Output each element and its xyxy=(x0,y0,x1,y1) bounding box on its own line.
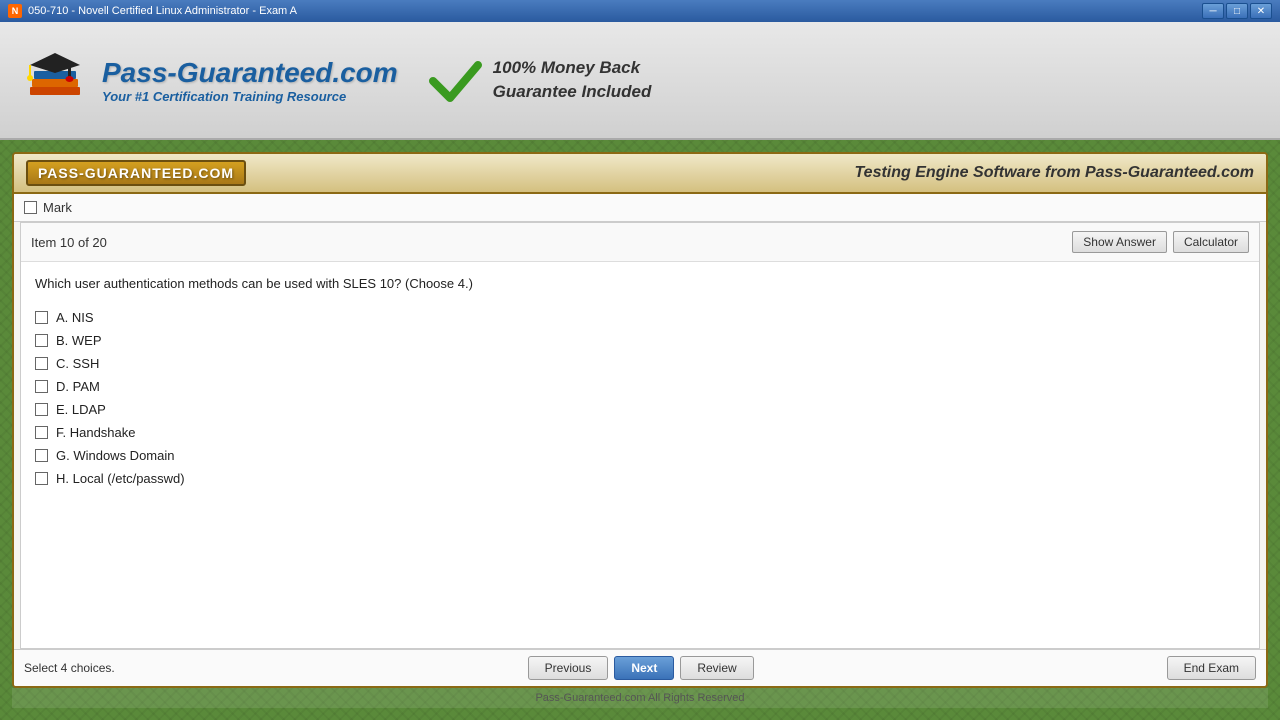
exam-inner: PASS-GUARANTEED.COM Testing Engine Softw… xyxy=(12,152,1268,688)
option-label-h: H. Local (/etc/passwd) xyxy=(56,471,185,486)
next-button[interactable]: Next xyxy=(614,656,674,680)
option-checkbox-b[interactable] xyxy=(35,334,48,347)
exam-footer: Pass-Guaranteed.com All Rights Reserved xyxy=(12,688,1268,708)
option-label-f: F. Handshake xyxy=(56,425,136,440)
brand-bar: PASS-GUARANTEED.COM Testing Engine Softw… xyxy=(14,154,1266,194)
checkmark-area: 100% Money Back Guarantee Included xyxy=(428,53,652,108)
option-item: F. Handshake xyxy=(35,421,1245,444)
end-exam-button[interactable]: End Exam xyxy=(1167,656,1256,680)
show-answer-button[interactable]: Show Answer xyxy=(1072,231,1167,253)
mark-label: Mark xyxy=(43,200,72,215)
mark-checkbox[interactable] xyxy=(24,201,37,214)
checkmark-icon xyxy=(428,53,483,108)
option-checkbox-h[interactable] xyxy=(35,472,48,485)
mark-row: Mark xyxy=(14,194,1266,222)
option-label-a: A. NIS xyxy=(56,310,94,325)
option-label-d: D. PAM xyxy=(56,379,100,394)
option-item: A. NIS xyxy=(35,306,1245,329)
option-checkbox-d[interactable] xyxy=(35,380,48,393)
option-item: B. WEP xyxy=(35,329,1245,352)
exam-container: PASS-GUARANTEED.COM Testing Engine Softw… xyxy=(0,140,1280,720)
brand-tagline: Your #1 Certification Training Resource xyxy=(102,89,398,104)
option-checkbox-g[interactable] xyxy=(35,449,48,462)
option-checkbox-f[interactable] xyxy=(35,426,48,439)
brand-name: Pass-Guaranteed.com xyxy=(102,57,398,89)
option-item: D. PAM xyxy=(35,375,1245,398)
logo-area: Pass-Guaranteed.com Your #1 Certificatio… xyxy=(20,45,398,115)
option-item: E. LDAP xyxy=(35,398,1245,421)
option-label-g: G. Windows Domain xyxy=(56,448,174,463)
option-checkbox-e[interactable] xyxy=(35,403,48,416)
brand-logo: PASS-GUARANTEED.COM xyxy=(26,160,246,186)
close-button[interactable]: ✕ xyxy=(1250,3,1272,19)
item-buttons: Show Answer Calculator xyxy=(1072,231,1249,253)
option-checkbox-a[interactable] xyxy=(35,311,48,324)
option-label-c: C. SSH xyxy=(56,356,99,371)
item-header: Item 10 of 20 Show Answer Calculator xyxy=(21,223,1259,262)
question-area: Item 10 of 20 Show Answer Calculator Whi… xyxy=(20,222,1260,649)
calculator-button[interactable]: Calculator xyxy=(1173,231,1249,253)
option-item: G. Windows Domain xyxy=(35,444,1245,467)
app-icon: N xyxy=(8,4,22,18)
option-label-b: B. WEP xyxy=(56,333,102,348)
select-hint: Select 4 choices. xyxy=(24,661,115,675)
options-list: A. NIS B. WEP C. SSH D. PAM E. LDAP F. Handsh… xyxy=(21,302,1259,504)
testing-engine-text: Testing Engine Software from Pass-Guaran… xyxy=(855,164,1255,182)
nav-buttons: Previous Next Review xyxy=(528,656,754,680)
footer-text: Pass-Guaranteed.com All Rights Reserved xyxy=(535,692,744,704)
guarantee-text: 100% Money Back Guarantee Included xyxy=(493,56,652,104)
title-bar-text: 050-710 - Novell Certified Linux Adminis… xyxy=(28,5,1202,17)
title-bar-buttons: ─ □ ✕ xyxy=(1202,3,1272,19)
option-item: H. Local (/etc/passwd) xyxy=(35,467,1245,490)
option-item: C. SSH xyxy=(35,352,1245,375)
option-label-e: E. LDAP xyxy=(56,402,106,417)
bottom-bar: Select 4 choices. Previous Next Review E… xyxy=(14,649,1266,686)
logo-image xyxy=(20,45,90,115)
question-text: Which user authentication methods can be… xyxy=(21,262,1259,302)
minimize-button[interactable]: ─ xyxy=(1202,3,1224,19)
maximize-button[interactable]: □ xyxy=(1226,3,1248,19)
title-bar: N 050-710 - Novell Certified Linux Admin… xyxy=(0,0,1280,22)
previous-button[interactable]: Previous xyxy=(528,656,609,680)
review-button[interactable]: Review xyxy=(680,656,753,680)
option-checkbox-c[interactable] xyxy=(35,357,48,370)
logo-text-area: Pass-Guaranteed.com Your #1 Certificatio… xyxy=(102,57,398,104)
header: Pass-Guaranteed.com Your #1 Certificatio… xyxy=(0,22,1280,140)
item-number: Item 10 of 20 xyxy=(31,235,107,250)
